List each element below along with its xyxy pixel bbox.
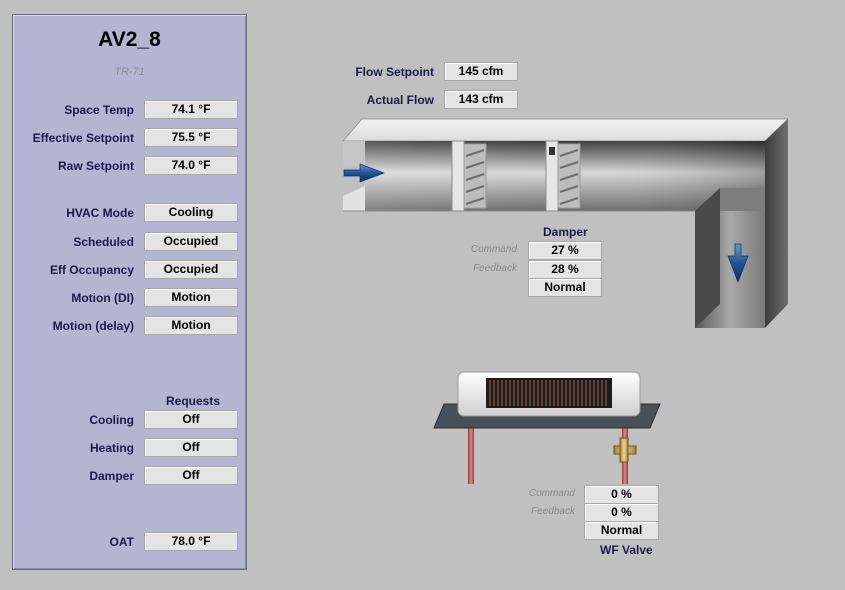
cooling-request-value[interactable]: Off	[144, 410, 238, 429]
unit-title: AV2_8	[98, 28, 161, 51]
vav-duct-graphic	[342, 118, 789, 328]
heating-request-value[interactable]: Off	[144, 438, 238, 457]
cooling-request-label: Cooling	[89, 413, 134, 427]
damper-header: Damper	[543, 225, 588, 239]
damper-status-value[interactable]: Normal	[528, 278, 602, 297]
scheduled-value[interactable]: Occupied	[144, 232, 238, 251]
raw-setpoint-value[interactable]: 74.0 °F	[144, 156, 238, 175]
unit-subtitle: TR-71	[114, 66, 145, 78]
effective-setpoint-label: Effective Setpoint	[32, 131, 134, 145]
effective-setpoint-value[interactable]: 75.5 °F	[144, 128, 238, 147]
damper-request-value[interactable]: Off	[144, 466, 238, 485]
flow-setpoint-value[interactable]: 145 cfm	[444, 62, 518, 81]
valve-header: WF Valve	[600, 543, 653, 557]
valve-feedback-value[interactable]: 0 %	[584, 503, 659, 522]
raw-setpoint-label: Raw Setpoint	[57, 159, 134, 173]
damper-command-label: Command	[470, 244, 517, 255]
damper-feedback-value[interactable]: 28 %	[528, 260, 602, 279]
eff-occupancy-label: Eff Occupancy	[49, 263, 134, 277]
motion-di-label: Motion (DI)	[71, 291, 134, 305]
eff-occupancy-value[interactable]: Occupied	[144, 260, 238, 279]
heating-request-label: Heating	[89, 441, 134, 455]
oat-value[interactable]: 78.0 °F	[144, 532, 238, 551]
valve-command-label: Command	[528, 488, 575, 499]
damper-command-value[interactable]: 27 %	[528, 241, 602, 260]
space-temp-label: Space Temp	[64, 103, 134, 117]
damper-feedback-label: Feedback	[473, 263, 517, 274]
reheat-coil-graphic	[433, 371, 661, 484]
motion-delay-value[interactable]: Motion	[144, 316, 238, 335]
damper-request-label: Damper	[89, 469, 134, 483]
flow-setpoint-label: Flow Setpoint	[355, 65, 434, 79]
valve-icon	[613, 437, 637, 463]
valve-feedback-label: Feedback	[531, 506, 575, 517]
motion-di-value[interactable]: Motion	[144, 288, 238, 307]
motion-delay-label: Motion (delay)	[52, 319, 134, 333]
actual-flow-label: Actual Flow	[366, 93, 434, 107]
requests-header: Requests	[166, 394, 221, 408]
hvac-mode-label: HVAC Mode	[66, 206, 134, 220]
space-temp-value[interactable]: 74.1 °F	[144, 100, 238, 119]
actual-flow-value[interactable]: 143 cfm	[444, 90, 518, 109]
oat-label: OAT	[109, 535, 134, 549]
status-panel: AV2_8 TR-71 Space Temp 74.1 °F Effective…	[12, 14, 247, 570]
scheduled-label: Scheduled	[73, 235, 134, 249]
hvac-mode-value[interactable]: Cooling	[144, 203, 238, 222]
valve-status-value[interactable]: Normal	[584, 521, 659, 540]
valve-command-value[interactable]: 0 %	[584, 485, 659, 504]
